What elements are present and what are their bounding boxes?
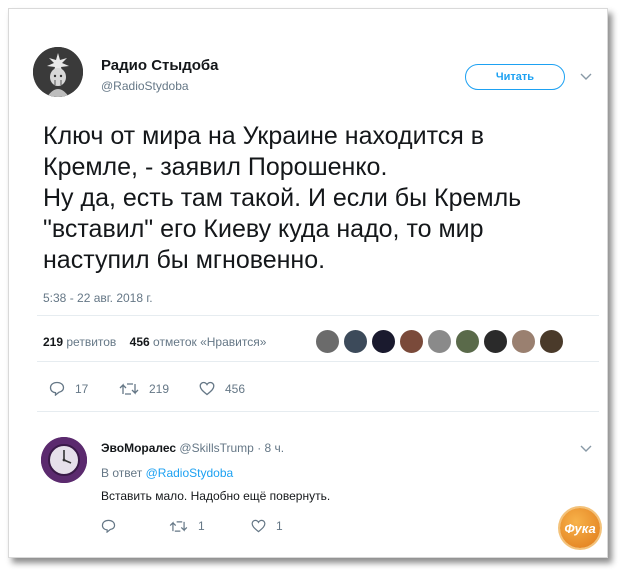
retweets-label[interactable]: ретвитов	[66, 335, 116, 349]
liker-avatars	[315, 329, 564, 354]
heart-icon	[199, 381, 215, 396]
reply-retweet-action[interactable]: 1	[169, 519, 251, 533]
reply-to: В ответ @RadioStydoba	[101, 466, 233, 480]
reply-to-mention[interactable]: @RadioStydoba	[146, 466, 234, 480]
reply-author-avatar[interactable]	[41, 437, 87, 483]
tweet-card: Радио Стыдоба @RadioStydoba Читать Ключ …	[8, 8, 608, 558]
author-avatar[interactable]	[33, 47, 83, 97]
tweet-text: Ключ от мира на Украине находится в Крем…	[43, 121, 603, 276]
reply-like-action[interactable]: 1	[251, 519, 283, 533]
liker-avatar[interactable]	[343, 329, 368, 354]
reply-actions: 1 1	[101, 519, 283, 533]
reply-header: ЭвоМоралес @SkillsTrump · 8 ч.	[101, 441, 284, 455]
retweet-count: 219	[149, 381, 170, 396]
retweet-action[interactable]: 219	[119, 382, 199, 396]
reply-like-count: 1	[276, 519, 283, 533]
chevron-down-icon[interactable]	[578, 69, 594, 85]
author-name[interactable]: Радио Стыдоба	[101, 57, 219, 74]
like-action[interactable]: 456	[199, 381, 245, 396]
liker-avatar[interactable]	[371, 329, 396, 354]
liker-avatar[interactable]	[427, 329, 452, 354]
reply-text: Вставить мало. Надобно ещё повернуть.	[101, 489, 331, 503]
watermark-logo: Фука	[560, 508, 600, 548]
author-handle[interactable]: @RadioStydoba	[101, 79, 189, 93]
likes-count[interactable]: 456	[130, 335, 150, 349]
reply-to-prefix: В ответ	[101, 466, 143, 480]
tweet-text-line: наступил бы мгновенно.	[43, 246, 326, 274]
retweets-count[interactable]: 219	[43, 335, 63, 349]
divider	[37, 411, 599, 412]
likes-label[interactable]: отметок «Нравится»	[153, 335, 266, 349]
reply-icon	[101, 519, 116, 533]
reply-count: 17	[75, 381, 89, 396]
reply-author-name[interactable]: ЭвоМоралес	[101, 441, 176, 455]
divider	[37, 315, 599, 316]
liker-avatar[interactable]	[511, 329, 536, 354]
reply-reply-action[interactable]	[101, 519, 169, 533]
chevron-down-icon[interactable]	[578, 441, 594, 457]
liker-avatar[interactable]	[399, 329, 424, 354]
reply-time[interactable]: · 8 ч.	[257, 441, 284, 455]
retweet-icon	[119, 382, 139, 395]
reply-retweet-count: 1	[198, 519, 205, 533]
clock-icon	[41, 437, 87, 483]
retweet-icon	[169, 520, 188, 532]
liker-avatar[interactable]	[539, 329, 564, 354]
divider	[37, 361, 599, 362]
liker-avatar[interactable]	[315, 329, 340, 354]
tweet-text-line: Ну да, есть там такой. И если бы Кремль	[43, 184, 522, 212]
tweet-stats: 219 ретвитов 456 отметок «Нравится»	[43, 335, 266, 349]
heart-icon	[251, 519, 266, 533]
tweet-text-line: Ключ от мира на Украине находится в	[43, 122, 485, 150]
reply-icon	[49, 381, 65, 396]
statue-of-liberty-icon	[33, 47, 83, 97]
tweet-text-line: "вставил" его Киеву куда надо, то мир	[43, 215, 484, 243]
tweet-text-line: Кремле, - заявил Порошенко.	[43, 153, 388, 181]
reply-author-handle[interactable]: @SkillsTrump	[179, 441, 253, 455]
liker-avatar[interactable]	[455, 329, 480, 354]
tweet-actions: 17 219 456	[49, 381, 245, 396]
reply-action[interactable]: 17	[49, 381, 119, 396]
liker-avatar[interactable]	[483, 329, 508, 354]
tweet-timestamp[interactable]: 5:38 - 22 авг. 2018 г.	[43, 291, 153, 305]
follow-button[interactable]: Читать	[465, 64, 565, 90]
like-count: 456	[225, 381, 246, 396]
